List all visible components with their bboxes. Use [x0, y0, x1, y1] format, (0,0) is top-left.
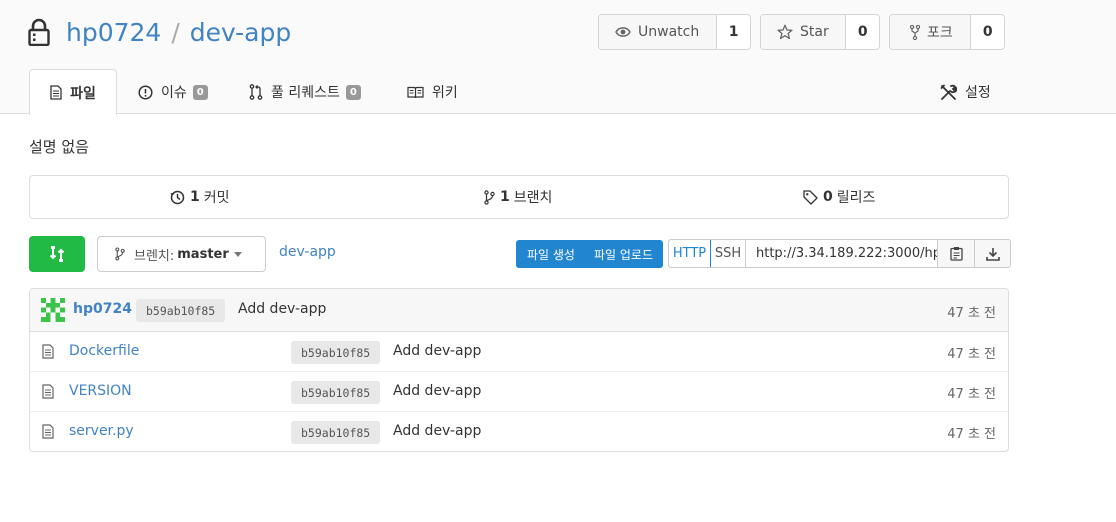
file-commit-time: 47 초 전	[947, 387, 996, 402]
file-commit-message: Add dev-app	[393, 383, 482, 399]
commit-message: Add dev-app	[238, 301, 327, 317]
commits-count: 1	[190, 189, 200, 205]
tab-wiki[interactable]: 위키	[407, 69, 458, 115]
fork-label: 포크	[927, 25, 953, 41]
copy-url-button[interactable]	[938, 240, 974, 267]
tab-files[interactable]: 파일	[29, 69, 117, 115]
clone-url-input[interactable]: http://3.34.189.222:3000/hp0724/dev-app.…	[746, 240, 938, 267]
compare-icon	[49, 246, 65, 262]
tab-issues-label: 이슈	[161, 85, 187, 101]
tools-icon	[940, 84, 957, 100]
clone-http-button[interactable]: HTTP	[669, 240, 711, 267]
commits-stat[interactable]: 1 커밋	[170, 176, 230, 218]
file-text-icon	[42, 424, 54, 439]
repo-forked-icon	[910, 24, 920, 40]
repo-separator: /	[171, 17, 180, 47]
chevron-down-icon	[233, 251, 242, 257]
file-commit-sha-link[interactable]: b59ab10f85	[291, 381, 381, 404]
branch-value: master	[177, 246, 229, 262]
repo-name-link[interactable]: dev-app	[190, 18, 291, 47]
star-button[interactable]: Star	[761, 15, 847, 49]
compare-button[interactable]	[29, 236, 85, 272]
commit-time: 47 초 전	[947, 306, 996, 321]
repo-title: hp0724 / dev-app	[28, 14, 291, 50]
star-label: Star	[800, 24, 829, 40]
releases-label: 릴리즈	[836, 190, 876, 206]
file-commit-message: Add dev-app	[393, 423, 482, 439]
tab-settings-label: 설정	[965, 85, 991, 101]
fork-button-group: 포크 0	[889, 14, 1005, 50]
history-icon	[170, 190, 185, 204]
file-text-icon	[42, 384, 54, 399]
git-pull-request-icon	[249, 84, 263, 100]
tab-pull-requests[interactable]: 풀 리퀘스트 0	[249, 69, 361, 115]
forks-count[interactable]: 0	[971, 15, 1004, 49]
file-commit-time: 47 초 전	[947, 347, 996, 362]
star-button-group: Star 0	[760, 14, 880, 50]
pull-requests-count-badge: 0	[345, 84, 361, 100]
repo-owner-link[interactable]: hp0724	[66, 18, 161, 47]
repo-stats-bar: 1 커밋 1 브랜치 0 릴리즈	[29, 175, 1009, 219]
fork-button[interactable]: 포크	[890, 15, 972, 49]
file-actions-group: 파일 생성 파일 업로드	[516, 240, 663, 268]
unwatch-button[interactable]: Unwatch	[599, 15, 718, 49]
file-name-link[interactable]: Dockerfile	[69, 343, 139, 359]
star-icon	[777, 24, 793, 40]
commit-author-link[interactable]: hp0724	[73, 301, 132, 317]
clipboard-icon	[949, 247, 963, 261]
tab-pull-requests-label: 풀 리퀘스트	[271, 85, 340, 101]
table-row: VERSION b59ab10f85 Add dev-app 47 초 전	[30, 372, 1008, 412]
branch-prefix: 브렌치:	[134, 248, 175, 264]
file-text-icon	[42, 344, 54, 359]
latest-commit-header: hp0724 b59ab10f85 Add dev-app 47 초 전	[30, 289, 1008, 332]
branches-count: 1	[500, 189, 510, 205]
branches-label: 브랜치	[513, 190, 553, 206]
file-name-link[interactable]: VERSION	[69, 383, 132, 399]
book-icon	[407, 86, 424, 98]
file-name-link[interactable]: server.py	[69, 423, 134, 439]
file-commit-sha-link[interactable]: b59ab10f85	[291, 421, 381, 444]
file-commit-message: Add dev-app	[393, 343, 482, 359]
file-commit-time: 47 초 전	[947, 427, 996, 442]
table-row: server.py b59ab10f85 Add dev-app 47 초 전	[30, 412, 1008, 451]
branches-stat[interactable]: 1 브랜치	[484, 176, 552, 218]
file-text-icon	[50, 85, 62, 100]
upload-file-button[interactable]: 파일 업로드	[584, 240, 663, 268]
file-commit-sha-link[interactable]: b59ab10f85	[291, 341, 381, 364]
stars-count[interactable]: 0	[846, 15, 879, 49]
tab-issues[interactable]: 이슈 0	[138, 69, 208, 115]
watch-button-group: Unwatch 1	[598, 14, 751, 50]
tab-files-label: 파일	[70, 85, 96, 102]
issue-opened-icon	[138, 84, 153, 100]
releases-count: 0	[823, 189, 833, 205]
lock-icon	[28, 18, 50, 46]
table-row: Dockerfile b59ab10f85 Add dev-app 47 초 전	[30, 332, 1008, 372]
download-button[interactable]	[974, 240, 1010, 267]
commit-sha-link[interactable]: b59ab10f85	[136, 299, 226, 322]
git-branch-icon	[115, 247, 125, 261]
file-table: hp0724 b59ab10f85 Add dev-app 47 초 전 Doc…	[29, 288, 1009, 452]
tab-wiki-label: 위키	[432, 85, 458, 101]
clone-url-group: HTTP SSH http://3.34.189.222:3000/hp0724…	[668, 239, 1011, 268]
repo-description: 설명 없음	[29, 138, 89, 156]
tab-settings[interactable]: 설정	[940, 69, 991, 115]
clone-ssh-button[interactable]: SSH	[711, 240, 746, 267]
breadcrumb-repo-link[interactable]: dev-app	[279, 244, 336, 260]
releases-stat[interactable]: 0 릴리즈	[803, 176, 875, 218]
new-file-button[interactable]: 파일 생성	[516, 240, 584, 268]
branch-selector[interactable]: 브렌치: master	[97, 236, 266, 272]
commits-label: 커밋	[203, 190, 230, 206]
git-branch-icon	[484, 189, 495, 205]
issues-count-badge: 0	[192, 84, 208, 100]
watchers-count[interactable]: 1	[717, 15, 750, 49]
tag-icon	[803, 189, 818, 205]
eye-icon	[615, 27, 631, 37]
download-icon	[985, 247, 1000, 261]
unwatch-label: Unwatch	[638, 24, 700, 40]
avatar[interactable]	[41, 298, 65, 322]
